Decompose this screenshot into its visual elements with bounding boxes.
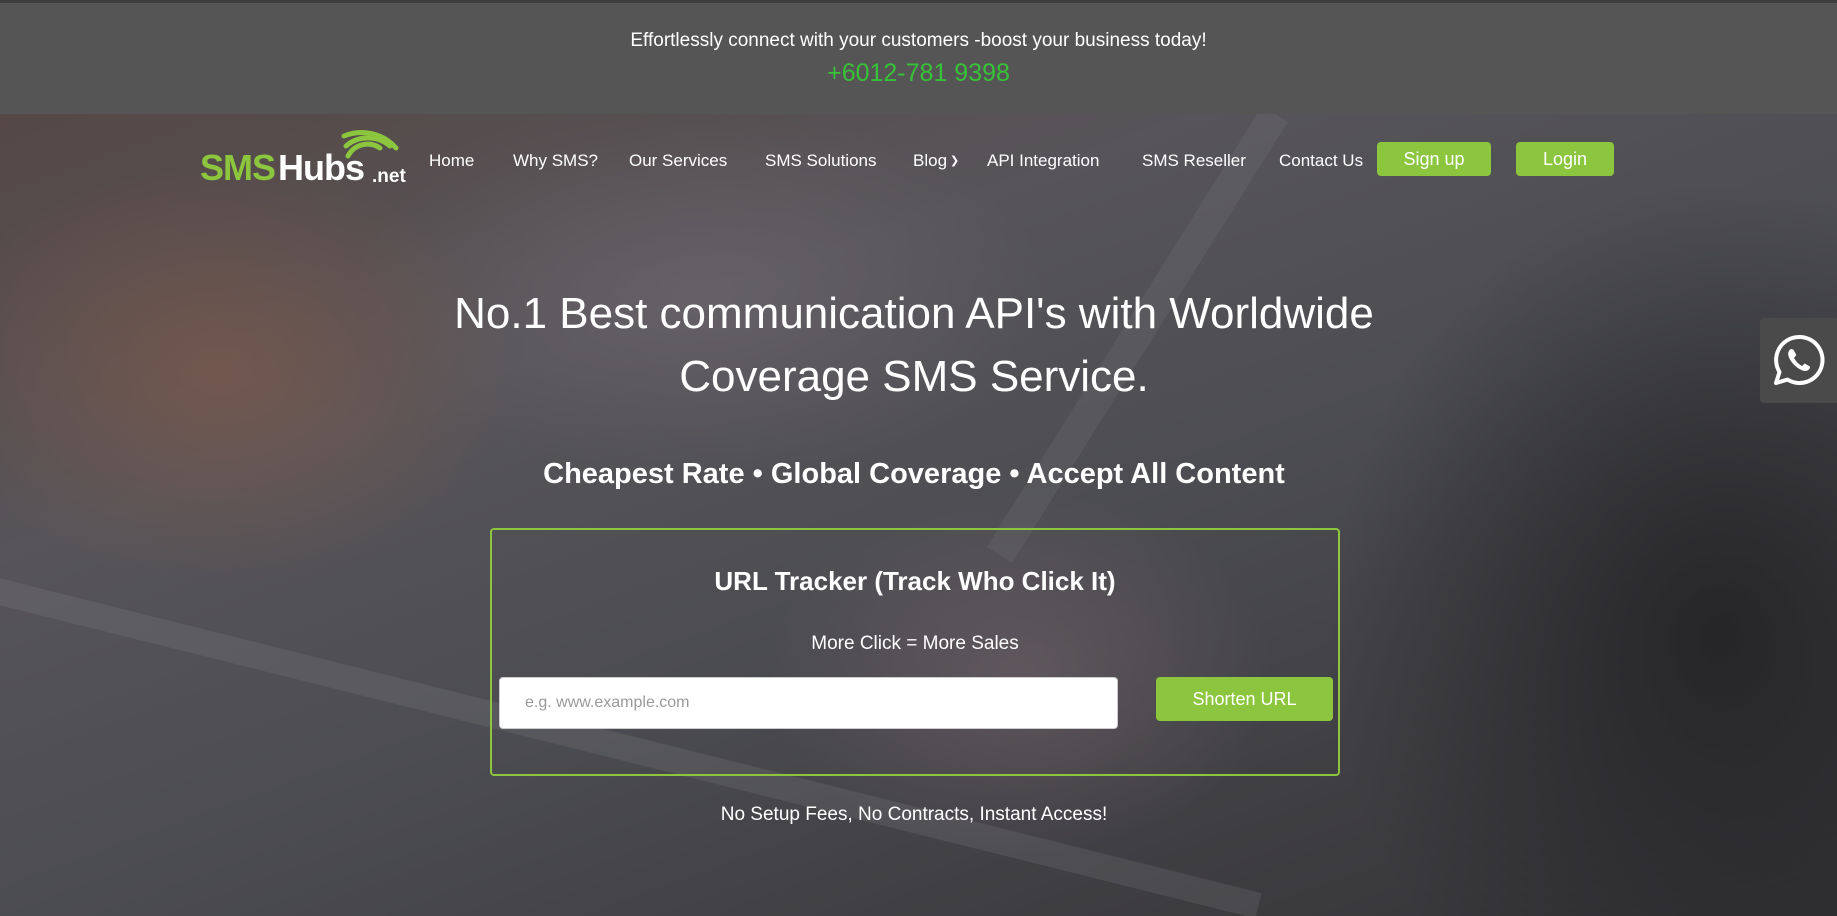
main-navigation: SMS Hubs .net Home Why SMS? Our Services…: [0, 114, 1837, 204]
hero-headline-line: No.1 Best communication API's with World…: [454, 289, 1374, 338]
nav-item-why-sms[interactable]: Why SMS?: [513, 151, 598, 171]
announcement-bar: Effortlessly connect with your customers…: [0, 0, 1837, 114]
hero-subheading: Cheapest Rate • Global Coverage • Accept…: [543, 458, 1285, 490]
url-input[interactable]: [499, 677, 1118, 729]
login-button[interactable]: Login: [1516, 142, 1614, 176]
whatsapp-icon: [1774, 334, 1825, 385]
hero-footnote: No Setup Fees, No Contracts, Instant Acc…: [720, 804, 1108, 825]
hero-background: [0, 114, 1837, 916]
logo-text-tld: .net: [372, 166, 406, 187]
signup-button[interactable]: Sign up: [1377, 142, 1491, 176]
announcement-tagline: Effortlessly connect with your customers…: [630, 30, 1207, 51]
nav-item-home[interactable]: Home: [429, 151, 474, 171]
logo-text-hubs: Hubs: [278, 147, 365, 188]
nav-item-api-integration[interactable]: API Integration: [987, 151, 1099, 171]
nav-item-sms-solutions[interactable]: SMS Solutions: [765, 151, 877, 171]
hero-overlay: [0, 114, 1837, 916]
hero-headline-line: Coverage SMS Service.: [679, 352, 1149, 401]
nav-item-blog[interactable]: Blog ❯: [913, 151, 959, 171]
url-tracker-title: URL Tracker (Track Who Click It): [714, 566, 1116, 596]
nav-item-contact-us[interactable]: Contact Us: [1279, 151, 1363, 171]
hero-headline: No.1 Best communication API's with World…: [318, 282, 1510, 408]
nav-item-our-services[interactable]: Our Services: [629, 151, 727, 171]
phone-number-link[interactable]: +6012-781 9398: [0, 59, 1837, 88]
nav-item-blog-label: Blog: [913, 151, 948, 170]
chevron-down-icon: ❯: [950, 155, 960, 167]
url-tracker-panel: URL Tracker (Track Who Click It) More Cl…: [490, 528, 1340, 776]
whatsapp-chat-button[interactable]: [1760, 318, 1837, 403]
nav-item-sms-reseller[interactable]: SMS Reseller: [1142, 151, 1246, 171]
smshubs-logo[interactable]: SMS Hubs .net: [200, 126, 406, 188]
shorten-url-button[interactable]: Shorten URL: [1156, 677, 1333, 721]
logo-text-sms: SMS: [200, 147, 276, 188]
url-tracker-subtitle: More Click = More Sales: [811, 633, 1019, 654]
